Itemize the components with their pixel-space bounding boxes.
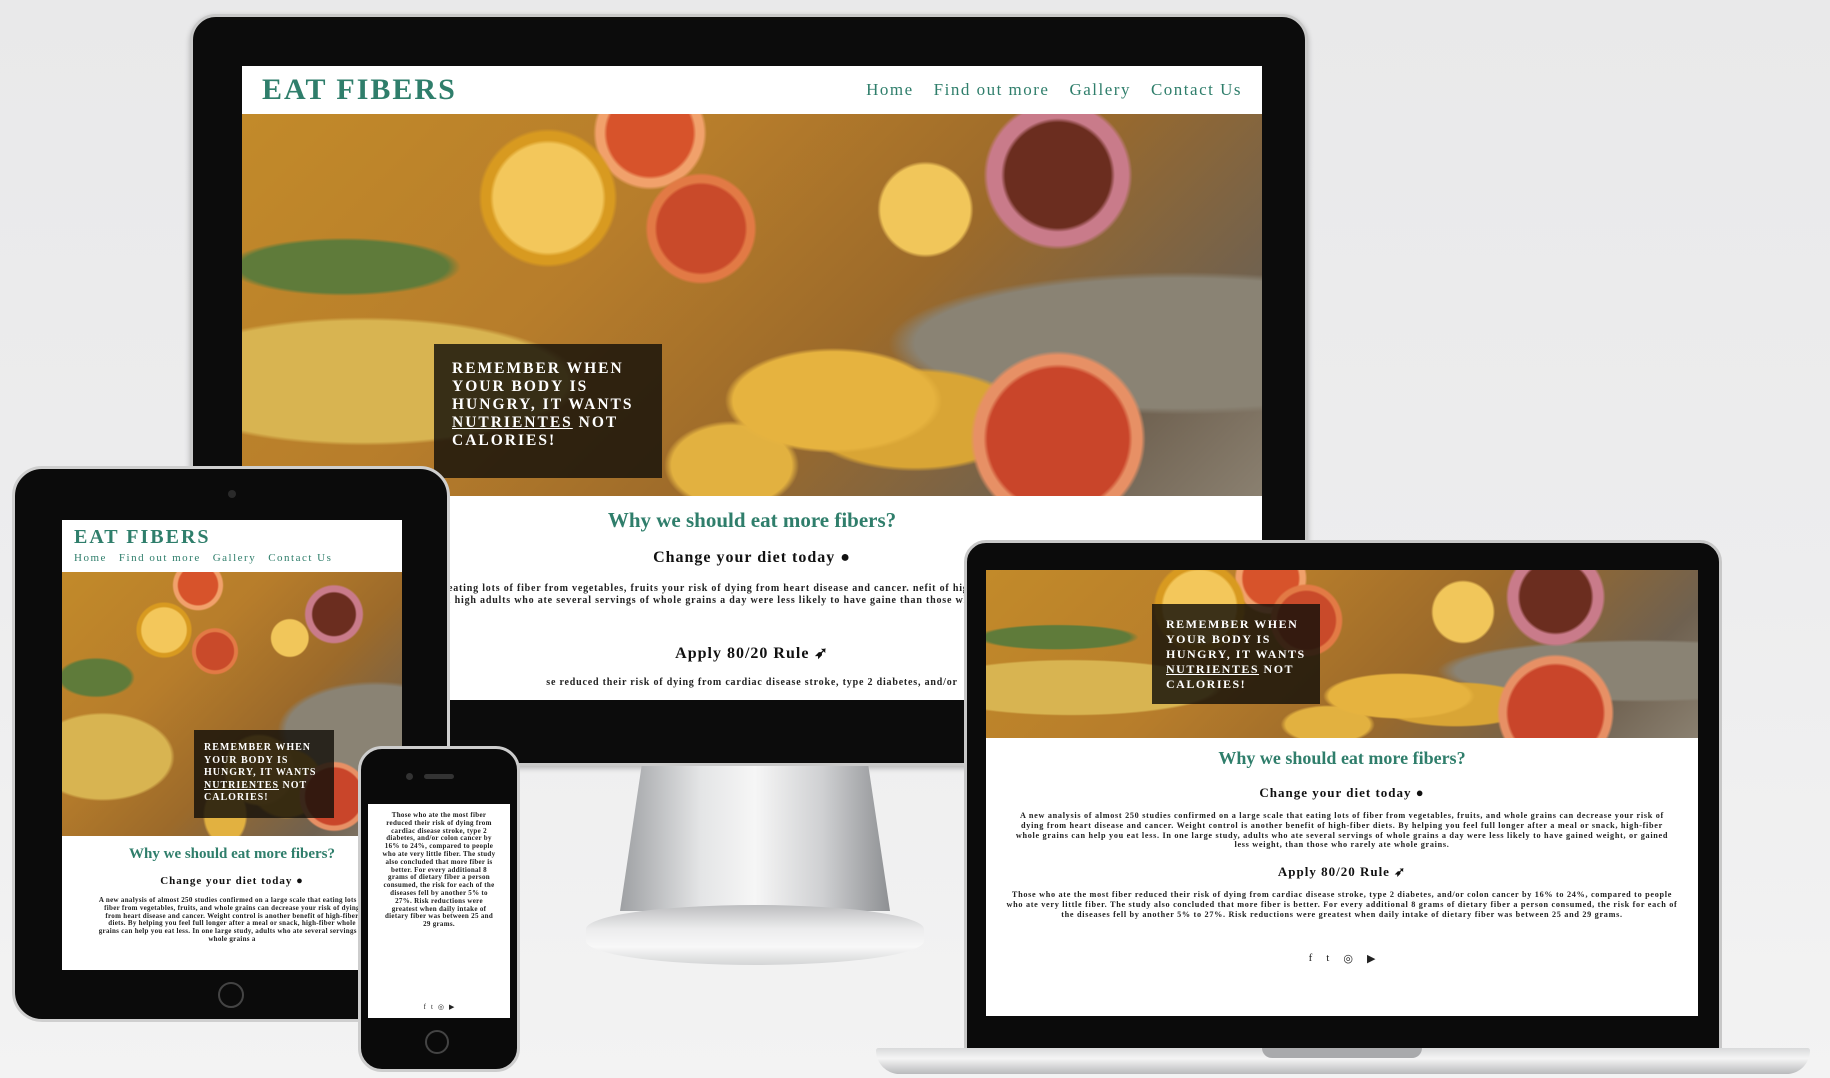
diet-text: A new analysis of almost 250 studies con… [98, 897, 366, 943]
nav-gallery[interactable]: Gallery [1069, 80, 1130, 100]
nav-contact-us[interactable]: Contact Us [1151, 80, 1242, 100]
hero-section: Remember when your body is hungry, it wa… [242, 114, 1262, 496]
social-links: f t ◎ ▶ [986, 952, 1698, 965]
phone-speaker [424, 774, 454, 779]
hero-highlight: nutrientes [204, 779, 280, 791]
site-logo[interactable]: EAT FIBERS [262, 73, 457, 107]
section-title: Why we should eat more fibers? [129, 846, 335, 862]
desktop-stand-base [586, 905, 924, 965]
hero-section: Remember when your body is hungry, it wa… [986, 570, 1698, 738]
content-section: Why we should eat more fibers? Change yo… [62, 836, 402, 961]
apple-icon: ● [296, 875, 304, 887]
instagram-icon[interactable]: ◎ [1343, 952, 1353, 965]
nav-find-out-more[interactable]: Find out more [934, 80, 1050, 100]
youtube-icon[interactable]: ▶ [449, 1003, 454, 1011]
tablet-home-button [218, 982, 244, 1008]
main-nav: Home Find out more Gallery Contact Us [866, 80, 1242, 100]
nav-gallery[interactable]: Gallery [213, 552, 256, 564]
hero-highlight: nutrientes [452, 414, 573, 431]
phone-screen: Those who ate the most fiber reduced the… [368, 804, 510, 1018]
carrot-icon: ➶ [1394, 864, 1407, 880]
site-header: EAT FIBERS Home Find out more Gallery Co… [62, 520, 402, 572]
site-header: EAT FIBERS Home Find out more Gallery Co… [242, 66, 1262, 114]
rule-heading: Apply 80/20 Rule ➶ [1277, 864, 1407, 880]
laptop-notch [1262, 1048, 1422, 1058]
diet-heading: Change your diet today ● [1259, 785, 1425, 800]
site-logo[interactable]: EAT FIBERS [74, 526, 390, 549]
youtube-icon[interactable]: ▶ [1367, 952, 1375, 965]
phone-camera [406, 773, 413, 780]
nav-contact-us[interactable]: Contact Us [268, 552, 332, 564]
phone-home-button [425, 1030, 449, 1054]
diet-text: A new analysis of almost 250 studies con… [1015, 811, 1669, 850]
hero-highlight: nutrientes [1166, 662, 1260, 676]
main-nav: Home Find out more Gallery Contact Us [74, 552, 390, 564]
social-links: f t ◎ ▶ [368, 1003, 510, 1011]
hero-quote: Remember when your body is hungry, it wa… [434, 344, 662, 478]
content-section: Why we should eat more fibers? Change yo… [986, 738, 1698, 965]
tablet-camera [228, 490, 236, 498]
nav-find-out-more[interactable]: Find out more [119, 552, 201, 564]
section-title: Why we should eat more fibers? [1218, 748, 1466, 768]
hero-image [242, 114, 1262, 496]
carrot-icon: ➶ [814, 645, 829, 662]
laptop-screen: Remember when your body is hungry, it wa… [986, 570, 1698, 1016]
nav-home[interactable]: Home [74, 552, 107, 564]
apple-icon: ● [1415, 785, 1425, 800]
hero-quote: Remember when your body is hungry, it wa… [194, 730, 334, 818]
hero-image [986, 570, 1698, 738]
twitter-icon[interactable]: t [431, 1003, 433, 1011]
diet-heading: Change your diet today ● [160, 875, 304, 887]
tablet-screen: EAT FIBERS Home Find out more Gallery Co… [62, 520, 402, 970]
nav-home[interactable]: Home [866, 80, 914, 100]
desktop-stand [620, 766, 890, 911]
rule-text: Those who ate the most fiber reduced the… [1006, 890, 1678, 919]
instagram-icon[interactable]: ◎ [438, 1003, 444, 1011]
hero-quote: Remember when your body is hungry, it wa… [1152, 604, 1320, 704]
apple-icon: ● [840, 549, 851, 566]
rule-text: Those who ate the most fiber reduced the… [382, 812, 496, 929]
twitter-icon[interactable]: t [1326, 952, 1329, 965]
facebook-icon[interactable]: f [1309, 952, 1313, 965]
hero-section: Remember when your body is hungry, it wa… [62, 572, 402, 836]
facebook-icon[interactable]: f [424, 1003, 426, 1011]
